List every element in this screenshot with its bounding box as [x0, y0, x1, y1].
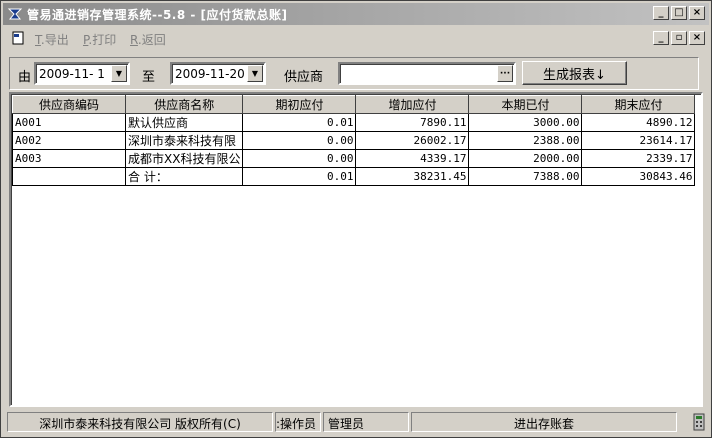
cell-opening[interactable]: 0.01: [242, 113, 357, 132]
cell-opening[interactable]: 0.00: [242, 149, 357, 168]
menu-print[interactable]: P.打印: [83, 31, 116, 48]
table-row[interactable]: A001 默认供应商 0.01 7890.11 3000.00 4890.12: [12, 113, 696, 132]
cell-name[interactable]: 默认供应商: [124, 113, 244, 132]
start-date-picker[interactable]: 2009-11- 1 ▼: [34, 62, 130, 85]
cell-opening[interactable]: 0.01: [242, 167, 357, 186]
payables-grid[interactable]: 供应商编码 供应商名称 期初应付 增加应付 本期已付 期末应付 A001 默认供…: [9, 92, 703, 407]
column-header-closing-payable[interactable]: 期末应付: [581, 95, 696, 114]
menu-back[interactable]: R.返回: [130, 31, 166, 48]
cell-paid[interactable]: 2388.00: [468, 131, 583, 150]
from-label: 由: [18, 70, 32, 85]
column-header-supplier-code[interactable]: 供应商编码: [12, 95, 126, 114]
supplier-label: 供应商: [284, 70, 324, 85]
cell-paid[interactable]: 7388.00: [468, 167, 583, 186]
cell-paid[interactable]: 2000.00: [468, 149, 583, 168]
menu-export-label: .导出: [40, 33, 69, 47]
copyright-panel: 深圳市泰来科技有限公司 版权所有(C): [7, 412, 273, 432]
cell-closing[interactable]: 23614.17: [581, 131, 696, 150]
cell-code[interactable]: A001: [12, 113, 126, 132]
menu-export[interactable]: T.导出: [35, 31, 69, 48]
cell-code[interactable]: A003: [12, 149, 126, 168]
account-panel: 进出存账套: [411, 412, 677, 432]
cell-name[interactable]: 成都市XX科技有限公: [124, 149, 244, 168]
header-row: 供应商编码 供应商名称 期初应付 增加应付 本期已付 期末应付: [12, 95, 696, 114]
child-restore-button[interactable]: ▫: [671, 31, 687, 45]
browse-button[interactable]: ···: [497, 65, 513, 82]
menu-bar: T.导出 P.打印 R.返回 _ ▫ ×: [3, 27, 709, 49]
menu-print-label: .打印: [88, 33, 117, 47]
column-header-supplier-name[interactable]: 供应商名称: [124, 95, 244, 114]
minimize-button[interactable]: _: [653, 6, 669, 20]
close-button[interactable]: ×: [689, 6, 705, 20]
generate-report-button[interactable]: 生成报表↓: [522, 61, 627, 85]
cell-added[interactable]: 4339.17: [355, 149, 470, 168]
status-bar: 深圳市泰来科技有限公司 版权所有(C) 操作员: 管理员 进出存账套: [3, 410, 709, 434]
cell-added[interactable]: 38231.45: [355, 167, 470, 186]
filter-toolbar: 由 2009-11- 1 ▼ 至 2009-11-20 ▼ 供应商 ··· 生成…: [9, 57, 699, 90]
child-minimize-button[interactable]: _: [653, 31, 669, 45]
maximize-button[interactable]: □: [671, 6, 687, 20]
table-row[interactable]: A003 成都市XX科技有限公 0.00 4339.17 2000.00 233…: [12, 149, 696, 168]
app-window: 管易通进销存管理系统--5.8 - [应付货款总账] _ □ × T.导出 P.…: [0, 0, 712, 438]
end-date-value: 2009-11-20: [175, 67, 245, 81]
cell-opening[interactable]: 0.00: [242, 131, 357, 150]
column-header-added-payable[interactable]: 增加应付: [355, 95, 470, 114]
keyboard-status-icon: [693, 413, 705, 431]
payables-table: 供应商编码 供应商名称 期初应付 增加应付 本期已付 期末应付 A001 默认供…: [12, 95, 696, 186]
cell-code[interactable]: A002: [12, 131, 126, 150]
operator-label: 操作员:: [275, 412, 321, 432]
title-bar[interactable]: 管易通进销存管理系统--5.8 - [应付货款总账] _ □ ×: [3, 3, 709, 25]
cell-closing[interactable]: 30843.46: [581, 167, 696, 186]
cell-name[interactable]: 合 计：: [124, 167, 244, 186]
total-row[interactable]: 合 计： 0.01 38231.45 7388.00 30843.46: [12, 167, 696, 186]
column-header-opening-payable[interactable]: 期初应付: [242, 95, 357, 114]
operator-value: 管理员: [323, 412, 409, 432]
cell-added[interactable]: 7890.11: [355, 113, 470, 132]
cell-paid[interactable]: 3000.00: [468, 113, 583, 132]
cell-closing[interactable]: 2339.17: [581, 149, 696, 168]
to-label: 至: [142, 70, 156, 85]
chevron-down-icon[interactable]: ▼: [247, 65, 263, 82]
chevron-down-icon[interactable]: ▼: [111, 65, 127, 82]
menu-back-label: .返回: [137, 33, 166, 47]
cell-closing[interactable]: 4890.12: [581, 113, 696, 132]
app-icon: [7, 8, 23, 20]
cell-name[interactable]: 深圳市泰来科技有限: [124, 131, 244, 150]
menu-back-hotkey: R: [130, 33, 138, 47]
column-header-paid[interactable]: 本期已付: [468, 95, 583, 114]
start-date-value: 2009-11- 1: [39, 67, 105, 81]
cell-added[interactable]: 26002.17: [355, 131, 470, 150]
child-close-button[interactable]: ×: [689, 31, 705, 45]
cell-code[interactable]: [12, 167, 126, 186]
end-date-picker[interactable]: 2009-11-20 ▼: [170, 62, 266, 85]
document-icon[interactable]: [11, 31, 25, 45]
supplier-input[interactable]: ···: [338, 62, 516, 85]
table-row[interactable]: A002 深圳市泰来科技有限 0.00 26002.17 2388.00 236…: [12, 131, 696, 150]
window-title: 管易通进销存管理系统--5.8 - [应付货款总账]: [27, 8, 288, 22]
